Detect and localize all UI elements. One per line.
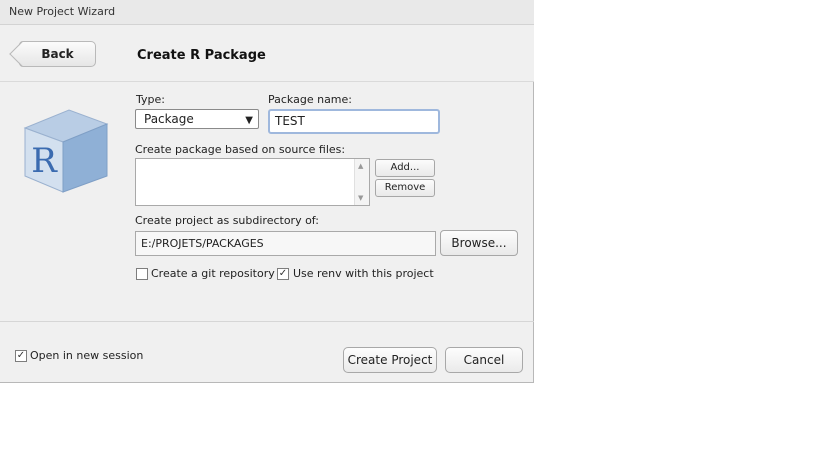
open-new-session-label: Open in new session [30, 349, 144, 362]
use-renv-checkbox[interactable]: ✓ [277, 268, 289, 280]
source-files-scrollbar[interactable]: ▲ ▼ [354, 159, 369, 205]
scroll-down-icon[interactable]: ▼ [358, 194, 363, 202]
package-name-input[interactable]: TEST [268, 109, 440, 134]
r-letter: R [31, 141, 58, 181]
wizard-header: Back Create R Package [0, 25, 534, 82]
page-title: Create R Package [137, 48, 266, 63]
title-bar[interactable]: New Project Wizard [0, 0, 534, 25]
create-project-button[interactable]: Create Project [343, 347, 437, 373]
type-label: Type: [136, 93, 165, 106]
type-select-value: Package [144, 112, 194, 126]
back-button[interactable]: Back [19, 41, 96, 67]
browse-button[interactable]: Browse... [440, 230, 518, 256]
package-name-label: Package name: [268, 93, 352, 106]
footer-divider [0, 321, 534, 322]
subdirectory-input[interactable]: E:/PROJETS/PACKAGES [135, 231, 436, 256]
add-files-button[interactable]: Add... [375, 159, 435, 177]
scroll-up-icon[interactable]: ▲ [358, 162, 363, 170]
r-package-cube-icon: R [23, 109, 109, 193]
cancel-button[interactable]: Cancel [445, 347, 523, 373]
new-project-dialog: New Project Wizard Back Create R Package… [0, 0, 534, 383]
source-files-label: Create package based on source files: [135, 143, 346, 156]
git-repository-label: Create a git repository [151, 267, 275, 280]
use-renv-label: Use renv with this project [293, 267, 434, 280]
chevron-down-icon: ▼ [245, 115, 253, 126]
remove-files-button[interactable]: Remove [375, 179, 435, 197]
back-button-label: Back [41, 47, 74, 61]
git-repository-checkbox[interactable] [136, 268, 148, 280]
type-select[interactable]: Package ▼ [135, 109, 259, 129]
window-title: New Project Wizard [9, 5, 116, 18]
open-new-session-checkbox[interactable]: ✓ [15, 350, 27, 362]
source-files-list[interactable]: ▲ ▼ [135, 158, 370, 206]
subdirectory-label: Create project as subdirectory of: [135, 214, 319, 227]
